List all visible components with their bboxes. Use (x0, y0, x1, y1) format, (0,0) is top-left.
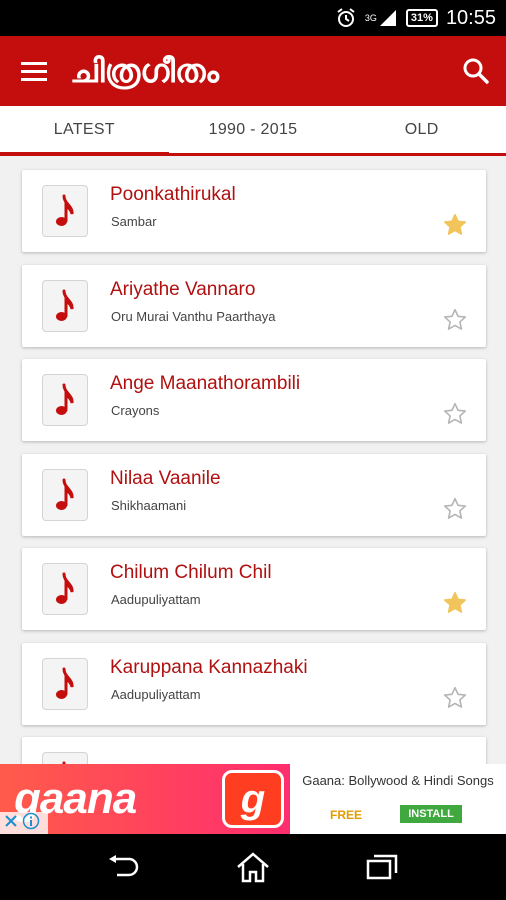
tab-old[interactable]: OLD (337, 106, 506, 153)
music-note-icon (42, 374, 88, 426)
song-movie: Sambar (111, 214, 157, 229)
status-bar: 3G 31% 10:55 (0, 0, 506, 36)
song-title: Nilaa Vaanile (110, 467, 221, 489)
song-card[interactable]: Nilaa Vaanile Shikhaamani (22, 453, 486, 536)
music-note-icon (42, 185, 88, 237)
star-icon[interactable] (442, 496, 468, 522)
ad-title: Gaana: Bollywood & Hindi Songs (302, 773, 494, 788)
ad-info-icon[interactable] (22, 812, 40, 835)
tab-latest[interactable]: LATEST (0, 106, 169, 156)
star-icon[interactable] (442, 401, 468, 427)
clock: 10:55 (445, 6, 496, 29)
song-card[interactable]: Poonkathirukal Sambar (22, 170, 486, 252)
song-title: Poonkathirukal (110, 184, 236, 205)
song-card[interactable]: Chilum Chilum Chil Aadupuliyattam (22, 548, 486, 630)
song-card[interactable] (22, 737, 486, 764)
app-title: ചിത്രഗീതം (70, 51, 219, 90)
app-bar: ചിത്രഗീതം (0, 36, 506, 106)
search-icon[interactable] (446, 36, 506, 106)
ad-app-icon: g (222, 770, 284, 828)
music-note-icon (42, 752, 88, 764)
system-nav-bar (0, 834, 506, 900)
recents-icon[interactable] (352, 842, 412, 892)
star-icon[interactable] (442, 212, 468, 238)
song-title: Chilum Chilum Chil (110, 562, 272, 583)
song-movie: Shikhaamani (111, 497, 187, 513)
ad-text: Gaana: Bollywood & Hindi Songs FREE INST… (290, 764, 506, 834)
song-title: Ariyathe Vannaro (110, 278, 256, 300)
song-card[interactable]: Ariyathe Vannaro Oru Murai Vanthu Paartha… (22, 264, 486, 347)
menu-icon[interactable] (0, 36, 68, 106)
song-movie: Oru Murai Vanthu Paarthaya (111, 308, 276, 324)
song-list: Poonkathirukal Sambar Ariyathe Vannaro Oru … (0, 156, 506, 764)
ad-brand-panel[interactable]: gaana g (0, 764, 290, 834)
ad-close-icon[interactable] (4, 814, 18, 833)
star-icon[interactable] (442, 307, 468, 333)
alarm-icon (335, 7, 357, 29)
ad-banner[interactable]: gaana g Gaana: Bollywood & Hindi Songs F… (0, 764, 506, 834)
music-note-icon (42, 468, 88, 521)
ad-price: FREE (330, 808, 363, 822)
battery-indicator: 31% (405, 9, 438, 27)
song-movie: Aadupuliyattam (111, 592, 201, 607)
star-icon[interactable] (442, 590, 468, 616)
star-icon[interactable] (442, 685, 468, 711)
back-icon[interactable] (94, 842, 154, 892)
signal-icon: 3G (365, 8, 398, 28)
tab-1990-2015[interactable]: 1990 - 2015 (169, 106, 338, 153)
song-movie: Crayons (111, 403, 160, 418)
song-card[interactable]: Karuppana Kannazhaki Aadupuliyattam (22, 642, 486, 725)
tab-bar: LATEST 1990 - 2015 OLD (0, 106, 506, 156)
song-card[interactable]: Ange Maanathorambili Crayons (22, 359, 486, 441)
home-icon[interactable] (223, 842, 283, 892)
music-note-icon (42, 657, 88, 710)
ad-install-button[interactable]: INSTALL (400, 805, 462, 823)
song-movie: Aadupuliyattam (111, 686, 201, 702)
music-note-icon (42, 279, 88, 332)
music-note-icon (42, 563, 88, 615)
song-title: Ange Maanathorambili (110, 373, 301, 394)
ad-controls (0, 812, 48, 834)
network-type: 3G (364, 13, 377, 23)
battery-level: 31% (410, 12, 433, 24)
song-title: Karuppana Kannazhaki (110, 656, 308, 678)
